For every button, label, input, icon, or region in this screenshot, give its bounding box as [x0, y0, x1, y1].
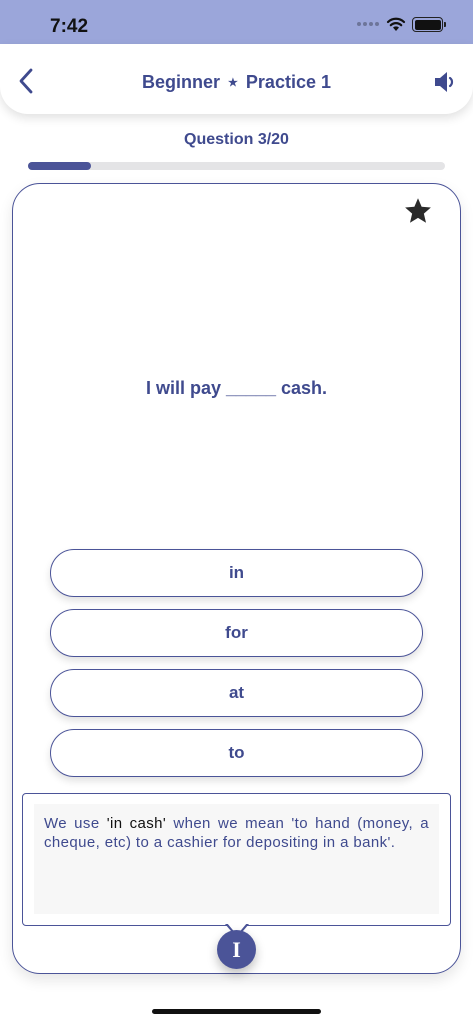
title-separator-star: ★: [228, 77, 238, 89]
option-to[interactable]: to: [50, 729, 423, 777]
question-counter: Question 3/20: [184, 131, 289, 148]
signal-icon: [357, 22, 379, 26]
progress-bar: [28, 162, 445, 170]
explanation-popup: We use 'in cash' when we mean 'to hand (…: [22, 793, 451, 926]
explanation-before: We use: [44, 815, 107, 832]
home-indicator: [152, 1009, 321, 1014]
question-sentence: I will pay _____ cash.: [145, 378, 328, 398]
battery-icon: [412, 17, 446, 32]
explanation-text: We use 'in cash' when we mean 'to hand (…: [34, 804, 439, 914]
explanation-highlight: 'in cash': [106, 815, 167, 832]
status-time: 7:42: [50, 16, 89, 37]
nav-bar: Beginner ★ Practice 1: [0, 44, 473, 114]
level-label: Beginner: [142, 72, 221, 92]
option-in[interactable]: in: [50, 549, 423, 597]
star-icon[interactable]: [403, 196, 433, 226]
option-for[interactable]: for: [50, 609, 423, 657]
practice-label: Practice 1: [245, 72, 331, 92]
option-at[interactable]: at: [50, 669, 423, 717]
speaker-icon[interactable]: [432, 70, 458, 94]
info-button[interactable]: I: [217, 930, 256, 969]
page-title: Beginner ★ Practice 1: [0, 72, 473, 93]
wifi-icon: [386, 17, 406, 31]
progress-fill: [28, 162, 91, 170]
info-icon: I: [232, 936, 241, 962]
